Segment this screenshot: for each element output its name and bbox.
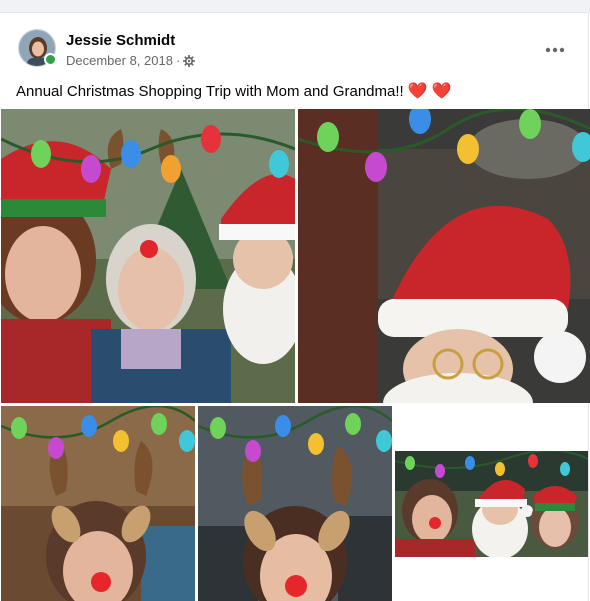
meta-separator: ·	[175, 53, 181, 68]
author-avatar[interactable]	[18, 29, 57, 67]
caption-text: Annual Christmas Shopping Trip with Mom …	[16, 82, 404, 100]
photo-4[interactable]	[198, 406, 392, 601]
post-meta: December 8, 2018 ·	[66, 53, 196, 68]
photo-1[interactable]	[1, 109, 295, 403]
more-options-icon	[545, 47, 565, 53]
photo-2[interactable]	[298, 109, 590, 403]
more-options-button[interactable]	[540, 35, 570, 65]
heart-emoji-2: ❤️	[431, 83, 452, 100]
feed-background	[0, 0, 590, 12]
photo-5[interactable]	[395, 451, 588, 557]
author-name[interactable]: Jessie Schmidt	[66, 32, 175, 49]
online-status-indicator	[44, 53, 57, 66]
post-card: Jessie Schmidt December 8, 2018 · Annual…	[0, 12, 590, 601]
gear-icon[interactable]	[183, 54, 196, 67]
photo-3[interactable]	[1, 406, 195, 601]
heart-emoji-1: ❤️	[407, 83, 428, 100]
post-date[interactable]: December 8, 2018	[66, 53, 173, 68]
post-caption: Annual Christmas Shopping Trip with Mom …	[16, 81, 452, 101]
